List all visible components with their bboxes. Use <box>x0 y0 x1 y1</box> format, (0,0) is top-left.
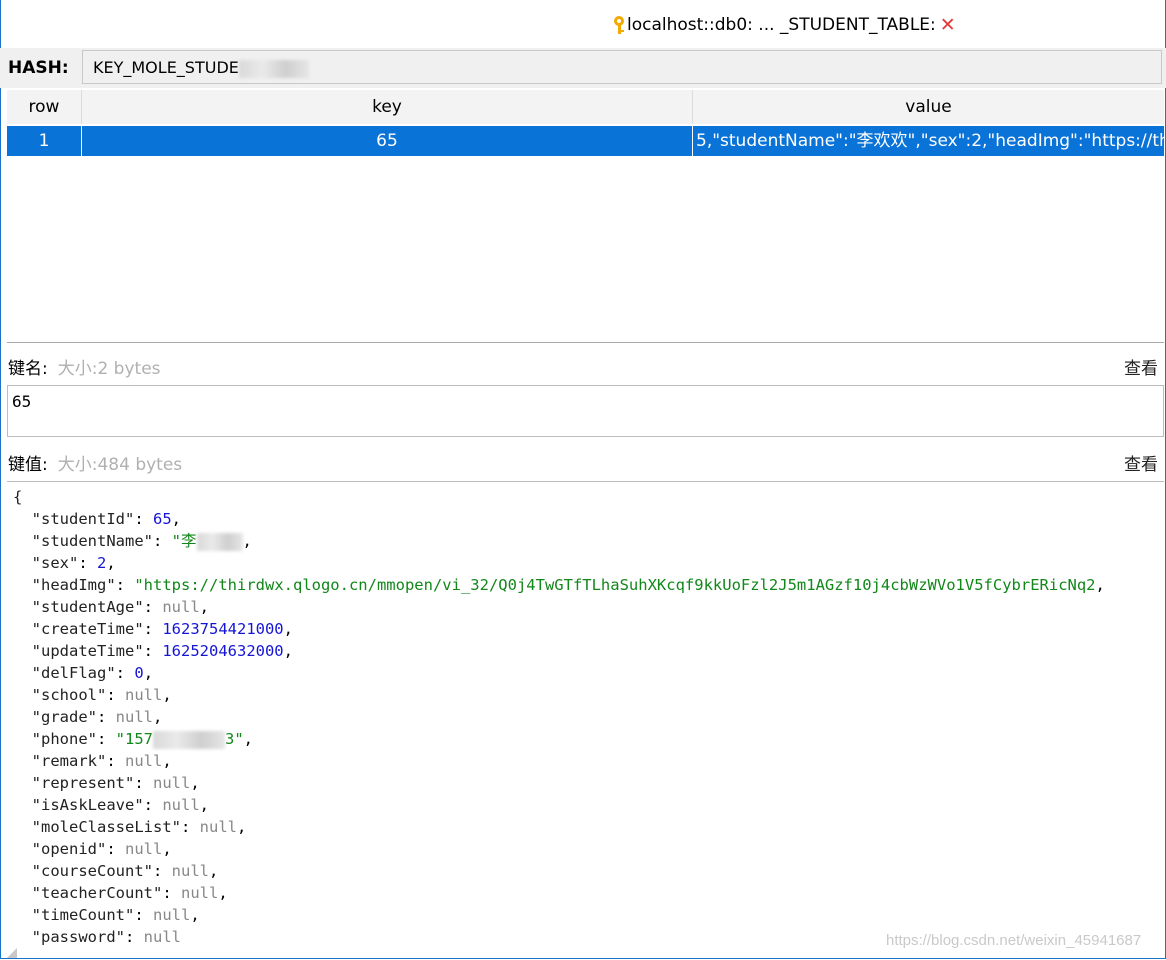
divider <box>7 342 1164 343</box>
json-line: "moleClasseList": null, <box>31 818 247 836</box>
json-key: "studentAge" <box>31 598 144 616</box>
column-header-key[interactable]: key <box>82 90 693 124</box>
key-icon <box>612 15 626 35</box>
cell-key: 65 <box>82 126 693 156</box>
json-line: "studentAge": null, <box>31 598 209 616</box>
json-key: "moleClasseList" <box>31 818 181 836</box>
json-line: "createTime": 1623754421000, <box>31 620 293 638</box>
redacted-blur <box>196 532 243 551</box>
json-value: "https://thirdwx.qlogo.cn/mmopen/vi_32/Q… <box>134 576 1096 594</box>
value-size-label: 大小:484 bytes <box>57 455 183 475</box>
json-line: "phone": "157 3", <box>31 730 254 749</box>
document-tab[interactable]: localhost::db0: ... _STUDENT_TABLE: ✕ <box>612 14 956 36</box>
json-value: 65 <box>153 510 172 528</box>
json-line: "headImg": "https://thirdwx.qlogo.cn/mmo… <box>31 576 1105 594</box>
json-key: "studentName" <box>31 532 153 550</box>
cell-row: 1 <box>7 126 82 156</box>
json-value-editor[interactable]: { "studentId": 65, "studentName": "李, "s… <box>7 481 1164 959</box>
json-key: "timeCount" <box>31 906 135 924</box>
json-value: null <box>125 840 163 858</box>
key-view-button[interactable]: 查看 <box>1124 354 1158 379</box>
json-line: "updateTime": 1625204632000, <box>31 642 293 660</box>
json-line: "openid": null, <box>31 840 172 858</box>
json-key: "openid" <box>31 840 107 858</box>
json-value: 2 <box>97 554 107 572</box>
json-value: null <box>181 884 219 902</box>
hash-key-field[interactable]: KEY_MOLE_STUDE <box>82 50 1162 84</box>
json-key: "password" <box>31 928 125 946</box>
json-line: "grade": null, <box>31 708 163 726</box>
table-row[interactable]: 1 65 5,"studentName":"李欢欢","sex":2,"head… <box>7 126 1164 156</box>
value-view-button[interactable]: 查看 <box>1124 450 1158 475</box>
json-key: "createTime" <box>31 620 144 638</box>
json-value: 1625204632000 <box>162 642 284 660</box>
json-key: "sex" <box>31 554 79 572</box>
close-tab-icon[interactable]: ✕ <box>940 15 956 35</box>
key-value-header: 键值: 大小:484 bytes <box>8 450 182 475</box>
key-size-label: 大小:2 bytes <box>57 359 161 379</box>
key-name-field[interactable]: 65 <box>7 385 1164 437</box>
key-name-header: 键名: 大小:2 bytes <box>8 354 161 379</box>
json-value-tail: 3" <box>225 730 244 748</box>
hash-label: HASH: <box>8 58 69 78</box>
hash-key-value: KEY_MOLE_STUDE <box>93 58 239 77</box>
json-key: "grade" <box>31 708 97 726</box>
json-key: "delFlag" <box>31 664 116 682</box>
cell-value: 5,"studentName":"李欢欢","sex":2,"headImg":… <box>696 131 1164 151</box>
column-header-value[interactable]: value <box>693 90 1164 124</box>
table-header: row key value <box>7 90 1164 124</box>
json-open-brace: { <box>13 488 23 506</box>
json-value: "李 <box>171 532 197 550</box>
json-line: "teacherCount": null, <box>31 884 228 902</box>
json-value: 1623754421000 <box>162 620 284 638</box>
json-line: "remark": null, <box>31 752 172 770</box>
json-line: "studentId": 65, <box>31 510 182 528</box>
column-header-row[interactable]: row <box>7 90 82 124</box>
json-value: null <box>162 598 200 616</box>
json-key: "phone" <box>31 730 97 748</box>
redacted-blur <box>153 730 225 749</box>
json-key: "courseCount" <box>31 862 153 880</box>
json-key: "studentId" <box>31 510 135 528</box>
json-line: "password": null <box>31 928 181 946</box>
title-bar: localhost::db0: ... _STUDENT_TABLE: ✕ <box>0 0 1166 48</box>
json-value: null <box>125 686 163 704</box>
json-value: null <box>153 906 191 924</box>
json-value: null <box>115 708 153 726</box>
json-line: "timeCount": null, <box>31 906 200 924</box>
json-text: { "studentId": 65, "studentName": "李, "s… <box>7 482 1164 952</box>
hash-key-bar: HASH: KEY_MOLE_STUDE <box>0 48 1166 88</box>
json-value: null <box>171 862 209 880</box>
json-key: "represent" <box>31 774 135 792</box>
json-line: "school": null, <box>31 686 172 704</box>
json-value: null <box>143 928 181 946</box>
json-line: "delFlag": 0, <box>31 664 154 682</box>
json-line: "courseCount": null, <box>31 862 219 880</box>
json-key: "teacherCount" <box>31 884 163 902</box>
json-key: "isAskLeave" <box>31 796 144 814</box>
json-key: "school" <box>31 686 107 704</box>
json-line: "represent": null, <box>31 774 200 792</box>
json-value: null <box>153 774 191 792</box>
json-value: null <box>125 752 163 770</box>
json-key: "remark" <box>31 752 107 770</box>
json-line: "sex": 2, <box>31 554 116 572</box>
key-value-label: 键值: <box>8 455 48 475</box>
json-line: "studentName": "李, <box>31 532 252 551</box>
json-key: "headImg" <box>31 576 116 594</box>
hash-table: row key value 1 65 5,"studentName":"李欢欢"… <box>7 90 1164 342</box>
redacted-blur <box>238 59 309 78</box>
json-line: "isAskLeave": null, <box>31 796 209 814</box>
watermark: https://blog.csdn.net/weixin_45941687 <box>886 932 1142 949</box>
tab-title: localhost::db0: ... _STUDENT_TABLE: <box>627 15 936 35</box>
json-value: null <box>162 796 200 814</box>
json-value: 0 <box>134 664 144 682</box>
json-value: "157 <box>115 730 153 748</box>
json-value: null <box>199 818 237 836</box>
key-name-label: 键名: <box>8 359 48 379</box>
json-key: "updateTime" <box>31 642 144 660</box>
